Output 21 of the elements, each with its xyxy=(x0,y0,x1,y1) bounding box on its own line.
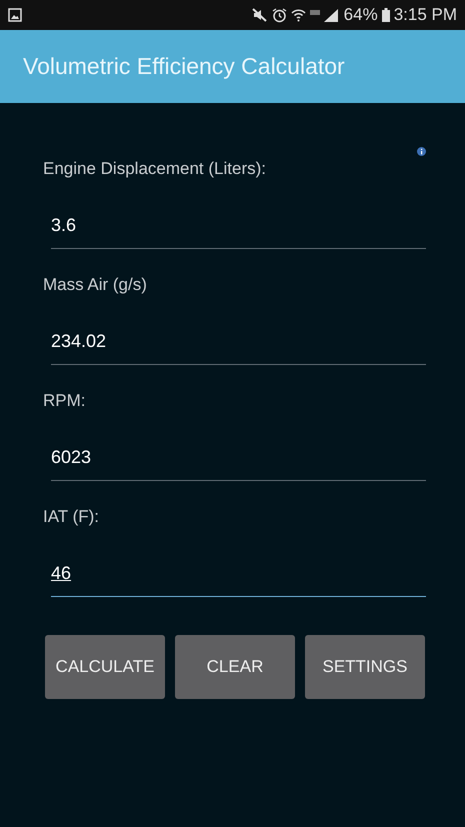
battery-icon xyxy=(382,8,390,22)
input-field[interactable]: 234.02 xyxy=(51,318,426,365)
input-field[interactable]: 46 xyxy=(51,550,426,597)
battery-percentage: 64% xyxy=(344,5,378,25)
image-icon xyxy=(8,8,22,22)
field-label: Mass Air (g/s) xyxy=(43,274,148,296)
action-button[interactable]: SETTINGS xyxy=(305,635,425,699)
signal-icon xyxy=(310,8,340,22)
status-time: 3:15 PM xyxy=(394,5,457,25)
field-label: Engine Displacement (Liters): xyxy=(43,158,267,180)
mute-icon xyxy=(252,8,268,22)
action-button[interactable]: CALCULATE xyxy=(45,635,165,699)
field-label: IAT (F): xyxy=(43,506,100,528)
action-button[interactable]: CLEAR xyxy=(175,635,295,699)
wifi-icon xyxy=(290,8,306,22)
app-title: Volumetric Efficiency Calculator xyxy=(23,53,345,80)
input-field[interactable]: 3.6 xyxy=(51,202,426,249)
field-label: RPM: xyxy=(43,390,86,412)
input-field[interactable]: 6023 xyxy=(51,434,426,481)
info-icon[interactable] xyxy=(417,147,426,156)
alarm-icon xyxy=(272,8,287,22)
